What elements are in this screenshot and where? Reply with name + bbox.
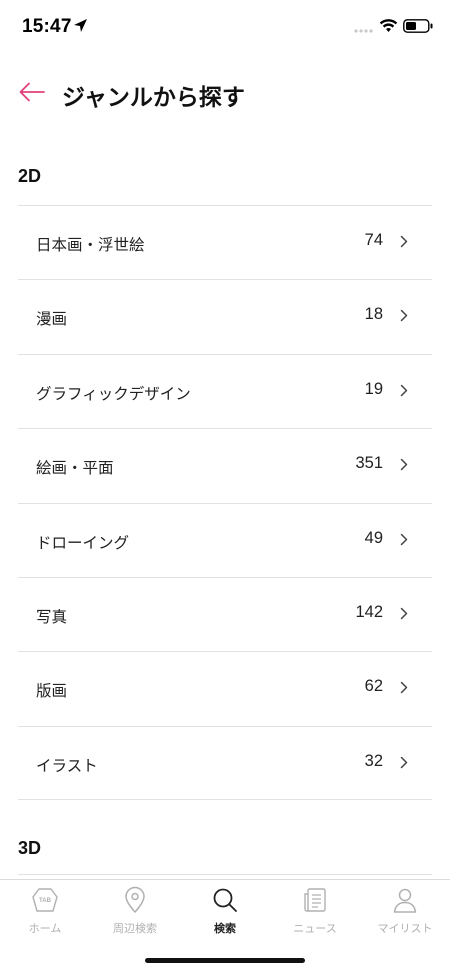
cellular-signal-icon xyxy=(354,29,373,33)
genre-label: 写真 xyxy=(36,607,68,626)
section-title-3d: 3D xyxy=(18,838,42,858)
chevron-right-icon xyxy=(400,756,408,768)
tab-home[interactable]: TAB ホーム xyxy=(0,880,90,940)
chevron-right-icon xyxy=(400,682,408,694)
chevron-right-icon xyxy=(400,533,408,545)
status-time: 15:47 xyxy=(22,16,72,37)
search-icon xyxy=(213,888,237,912)
tab-label: 周辺検索 xyxy=(113,922,157,935)
genre-row[interactable]: イラスト 32 xyxy=(18,725,432,801)
tab-logo-text: TAB xyxy=(39,898,52,904)
home-indicator xyxy=(145,958,305,963)
tab-logo-icon: TAB xyxy=(32,888,58,912)
genre-label: グラフィックデザイン xyxy=(36,384,191,403)
battery-icon xyxy=(403,19,433,33)
genre-row[interactable]: 日本画・浮世絵 74 xyxy=(18,205,432,279)
location-pin-icon xyxy=(125,886,145,913)
genre-row[interactable]: 漫画 18 xyxy=(18,279,432,353)
genre-count: 351 xyxy=(355,454,383,473)
tab-label: ニュース xyxy=(293,922,337,935)
news-icon xyxy=(304,888,326,912)
genre-count: 49 xyxy=(364,528,383,547)
genre-label: 版画 xyxy=(36,682,68,701)
genre-row[interactable]: 版画 62 xyxy=(18,651,432,725)
genre-count: 18 xyxy=(364,305,383,324)
status-bar: 15:47 xyxy=(0,0,450,56)
genre-count: 62 xyxy=(364,677,383,696)
divider xyxy=(18,874,432,875)
header: ジャンルから探す xyxy=(0,68,450,116)
genre-label: ドローイング xyxy=(36,533,130,552)
person-icon xyxy=(393,888,417,913)
genre-count: 142 xyxy=(355,602,383,621)
genre-row[interactable]: ドローイング 49 xyxy=(18,502,432,577)
genre-label: イラスト xyxy=(36,756,98,775)
genre-list: 日本画・浮世絵 74 漫画 18 グラフィックデザイン 19 絵画・平面 351… xyxy=(18,205,432,801)
genre-label: 日本画・浮世絵 xyxy=(36,236,145,254)
back-arrow-icon[interactable] xyxy=(18,81,46,103)
genre-label: 漫画 xyxy=(36,310,68,329)
tab-label: 検索 xyxy=(214,922,236,935)
chevron-right-icon xyxy=(400,607,408,620)
section-title-2d: 2D xyxy=(18,166,42,186)
genre-count: 32 xyxy=(364,751,383,770)
tab-label: ホーム xyxy=(28,922,62,935)
page-title: ジャンルから探す xyxy=(62,85,245,111)
tab-label: マイリスト xyxy=(377,922,433,935)
chevron-right-icon xyxy=(400,384,408,397)
chevron-right-icon xyxy=(400,310,408,322)
genre-count: 19 xyxy=(364,379,383,398)
tab-search[interactable]: 検索 xyxy=(180,880,270,940)
genre-count: 74 xyxy=(364,231,383,249)
chevron-right-icon xyxy=(400,458,408,471)
genre-row[interactable]: 絵画・平面 351 xyxy=(18,428,432,502)
genre-label: 絵画・平面 xyxy=(36,459,114,478)
location-arrow-icon xyxy=(74,19,87,32)
tab-nearby[interactable]: 周辺検索 xyxy=(90,880,180,940)
wifi-icon xyxy=(379,19,398,32)
tab-news[interactable]: ニュース xyxy=(270,880,360,940)
genre-row[interactable]: 写真 142 xyxy=(18,576,432,651)
genre-row[interactable]: グラフィックデザイン 19 xyxy=(18,353,432,428)
chevron-right-icon xyxy=(400,235,408,248)
tab-mylist[interactable]: マイリスト xyxy=(360,880,450,940)
